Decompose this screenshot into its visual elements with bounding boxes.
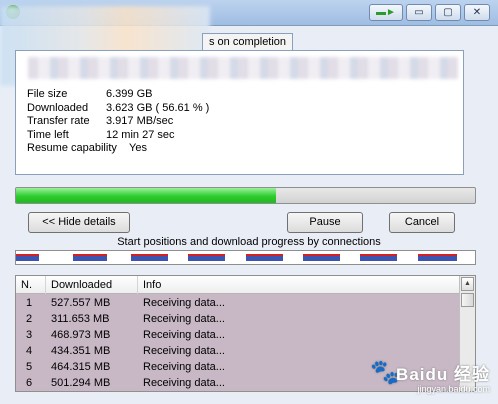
cell-info: Receiving data... — [143, 329, 225, 341]
watermark-brand: Baidu 经验 — [396, 365, 490, 384]
cell-n: 5 — [26, 361, 33, 373]
column-header-n[interactable]: N. — [16, 276, 46, 294]
info-key: Downloaded — [27, 101, 89, 114]
close-icon: ✕ — [472, 7, 482, 18]
connection-segment — [303, 254, 340, 261]
cell-downloaded: 311.653 MB — [51, 313, 110, 325]
cell-info: Receiving data... — [143, 345, 225, 357]
close-button[interactable]: ✕ — [464, 4, 490, 21]
info-value: 3.917 MB/sec — [106, 115, 174, 127]
info-row-downloaded: Downloaded 3.623 GB ( 56.61 % ) — [27, 102, 209, 116]
title-bar: ▬► ▭ ▢ ✕ — [0, 0, 498, 86]
cell-downloaded: 468.973 MB — [51, 329, 111, 341]
cell-info: Receiving data... — [143, 313, 225, 325]
info-key: Time left — [27, 128, 69, 141]
table-row[interactable]: 3 468.973 MB Receiving data... — [16, 327, 460, 343]
info-row-file-size: File size 6.399 GB — [27, 88, 209, 102]
hide-details-button[interactable]: << Hide details — [28, 212, 130, 233]
cell-n: 2 — [26, 313, 33, 325]
connection-segment — [360, 254, 397, 261]
tab-options-on-completion[interactable]: s on completion — [202, 33, 294, 51]
cell-n: 3 — [26, 329, 33, 341]
info-key: File size — [27, 88, 68, 100]
scroll-thumb[interactable] — [461, 293, 474, 307]
table-header: N. Downloaded Info — [16, 276, 460, 294]
watermark-url: jingyan.baidu.com — [417, 384, 490, 394]
cell-downloaded: 434.351 MB — [51, 345, 111, 357]
maximize-icon: ▢ — [443, 7, 453, 18]
progress-fill — [16, 188, 276, 203]
cancel-button[interactable]: Cancel — [389, 212, 455, 233]
info-value: Yes — [129, 142, 147, 154]
cell-n: 6 — [26, 377, 33, 389]
column-header-downloaded[interactable]: Downloaded — [46, 276, 138, 294]
connections-progress-strip — [15, 250, 476, 265]
connection-segment — [131, 254, 168, 261]
connection-segment — [418, 254, 457, 261]
connection-segment — [188, 254, 225, 261]
info-value: 6.399 GB — [106, 88, 153, 100]
cell-info: Receiving data... — [143, 377, 225, 389]
connection-segment — [16, 254, 39, 261]
info-row-time-left: Time left 12 min 27 sec — [27, 129, 209, 143]
connections-caption: Start positions and download progress by… — [117, 236, 381, 248]
send-to-tray-button[interactable]: ▬► — [369, 4, 403, 21]
cell-downloaded: 464.315 MB — [51, 361, 111, 373]
baidu-watermark: 🐾 Baidu 经验 jingyan.baidu.com — [370, 356, 490, 400]
info-row-transfer-rate: Transfer rate 3.917 MB/sec — [27, 115, 209, 129]
cell-info: Receiving data... — [143, 297, 225, 309]
redacted-url — [28, 57, 458, 79]
arrow-right-icon: ▬► — [376, 7, 396, 18]
cell-n: 1 — [26, 297, 33, 309]
cell-info: Receiving data... — [143, 361, 225, 373]
window-controls: ▬► ▭ ▢ ✕ — [369, 4, 490, 21]
table-row[interactable]: 1 527.557 MB Receiving data... — [16, 295, 460, 311]
download-info: File size 6.399 GB Downloaded 3.623 GB ( 5… — [27, 88, 209, 156]
info-key: Transfer rate — [27, 115, 90, 127]
pause-button[interactable]: Pause — [287, 212, 363, 233]
maximize-button[interactable]: ▢ — [435, 4, 461, 21]
cell-downloaded: 501.294 MB — [51, 377, 111, 389]
column-header-info[interactable]: Info — [138, 276, 460, 294]
minimize-icon: ▭ — [414, 7, 424, 18]
info-value: 12 min 27 sec — [106, 128, 175, 141]
cell-n: 4 — [26, 345, 33, 357]
info-key: Resume capability — [27, 142, 117, 154]
table-row[interactable]: 2 311.653 MB Receiving data... — [16, 311, 460, 327]
connection-segment — [73, 254, 107, 261]
info-row-resume-capability: Resume capability Yes — [27, 142, 209, 156]
minimize-button[interactable]: ▭ — [406, 4, 432, 21]
cell-downloaded: 527.557 MB — [51, 297, 111, 309]
connection-segment — [246, 254, 283, 261]
download-progress-bar — [15, 187, 476, 204]
scroll-up-icon[interactable]: ▲ — [461, 277, 474, 291]
info-value: 3.623 GB ( 56.61 % ) — [106, 101, 210, 114]
download-status-panel: File size 6.399 GB Downloaded 3.623 GB ( 5… — [15, 50, 464, 175]
